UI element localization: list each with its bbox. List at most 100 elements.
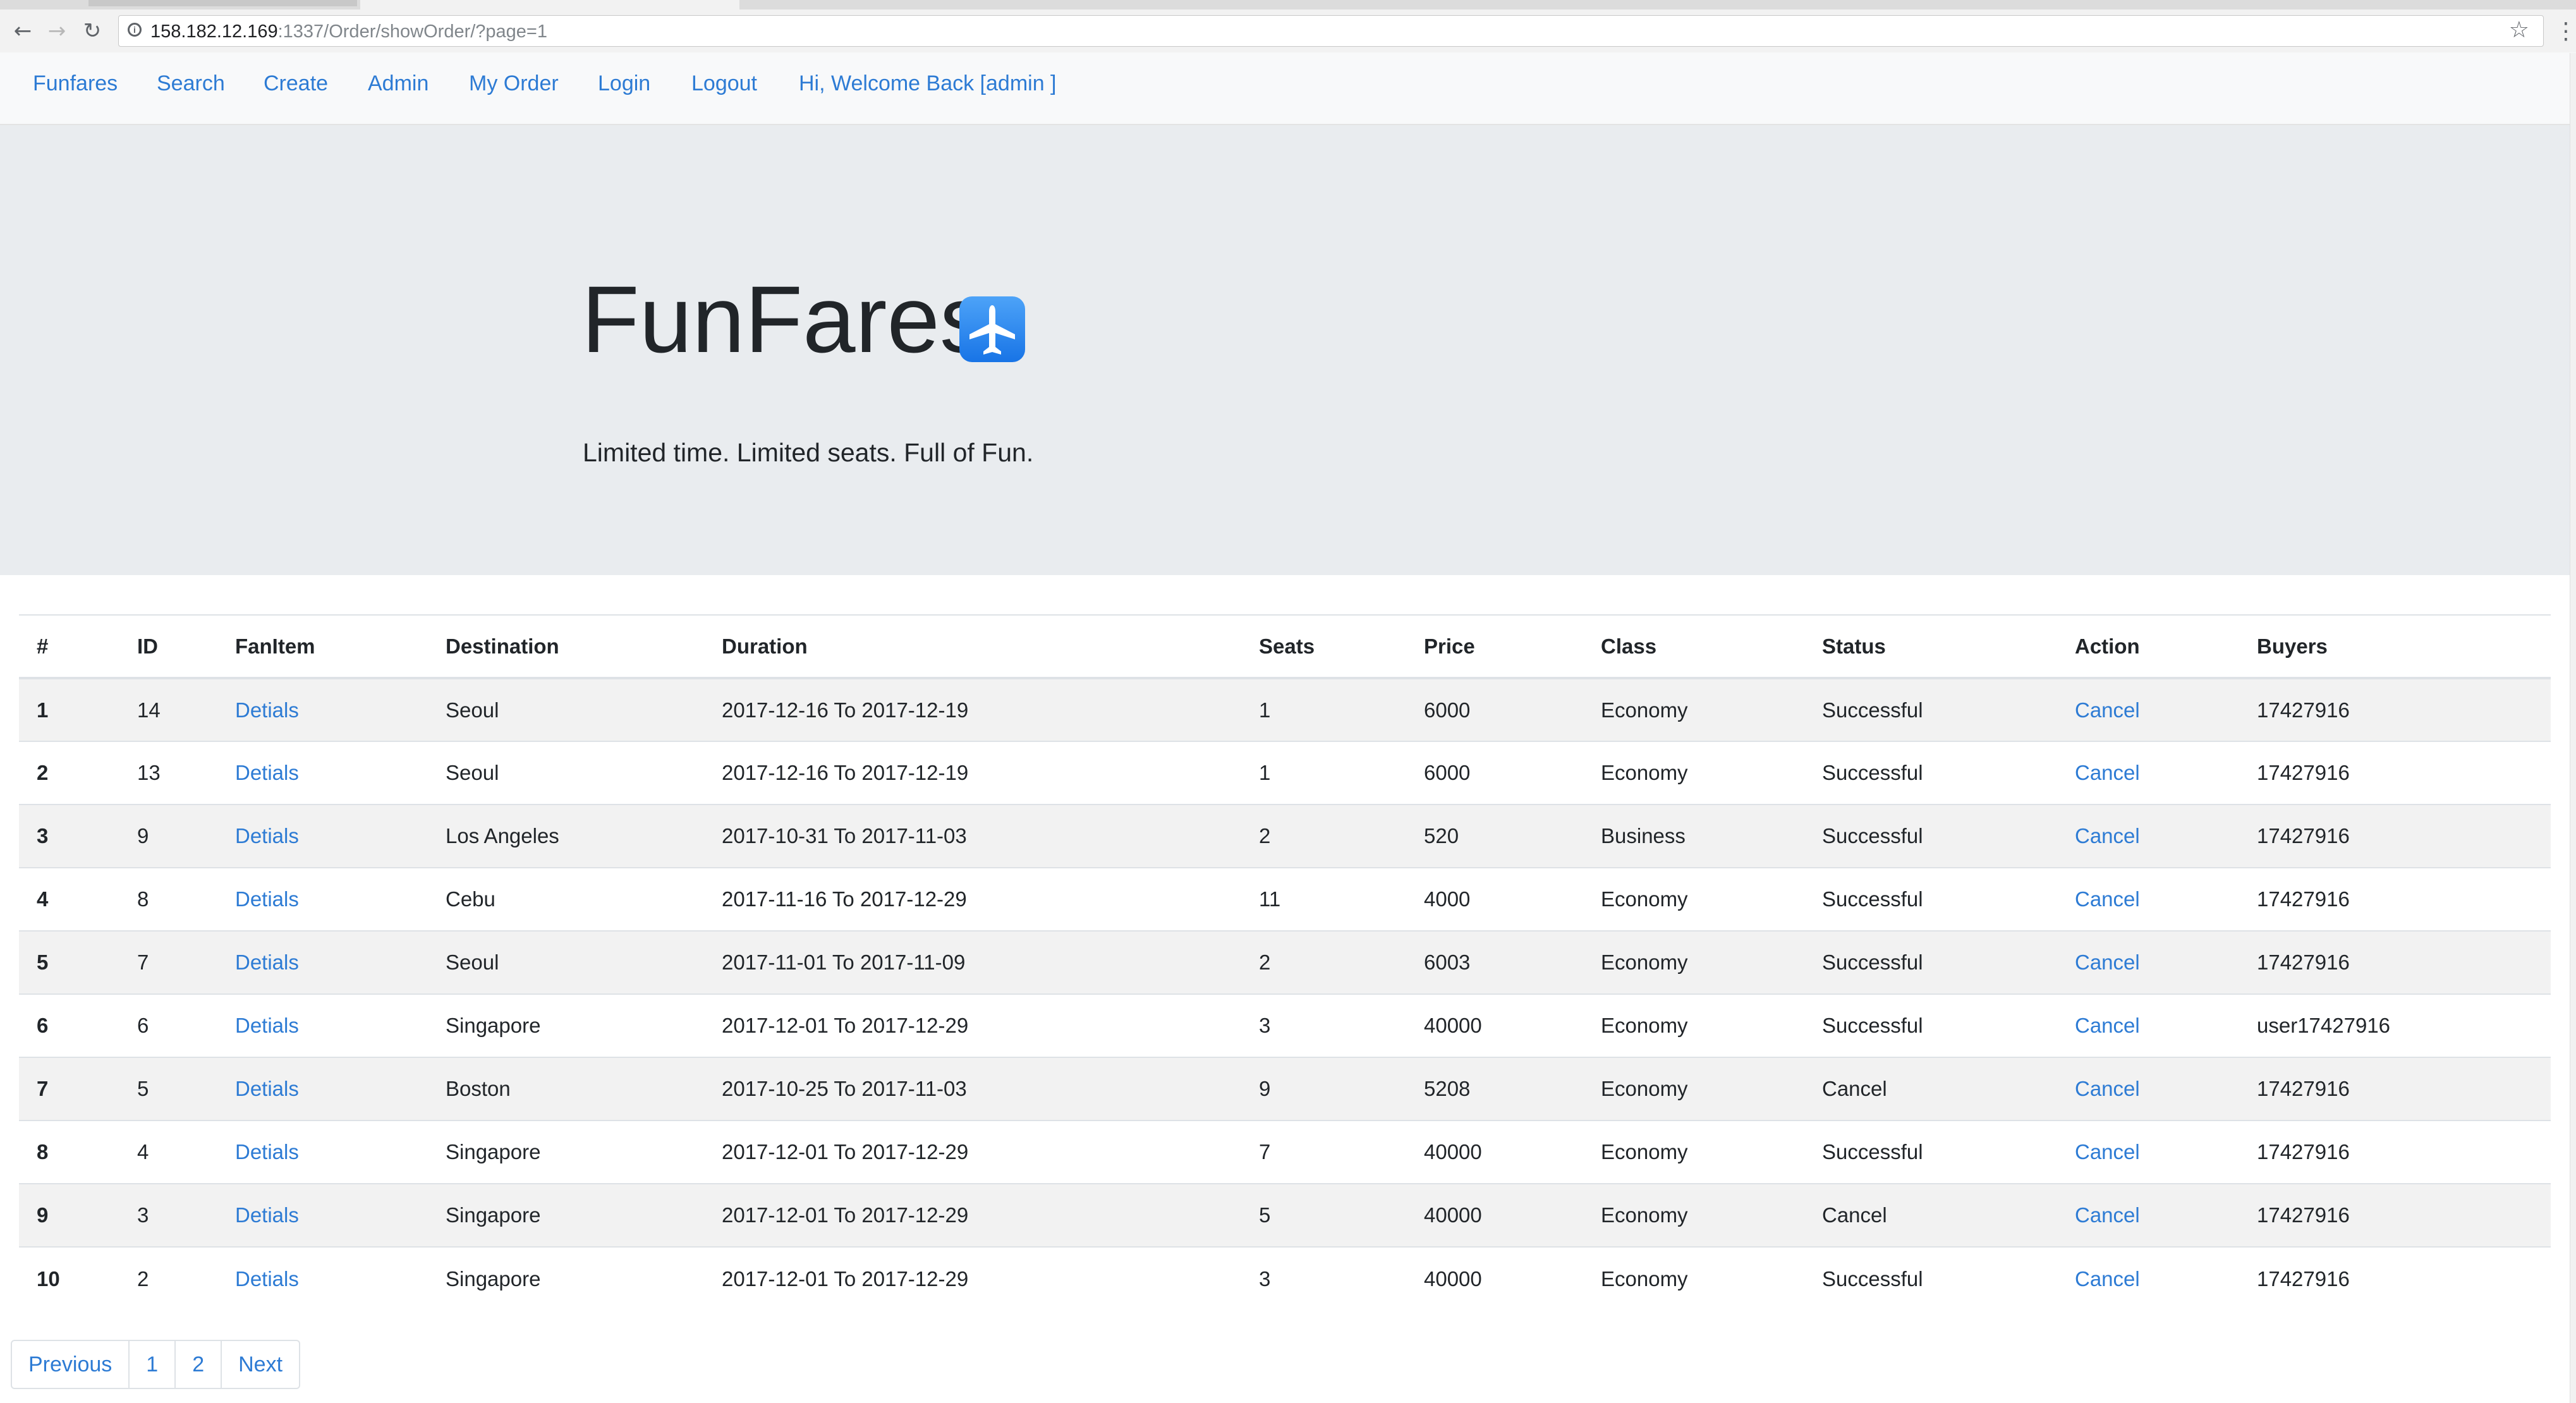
- details-link[interactable]: Detials: [235, 698, 299, 722]
- table-row: 1 14 Detials Seoul 2017-12-16 To 2017-12…: [19, 678, 2551, 741]
- details-link[interactable]: Detials: [235, 1014, 299, 1037]
- nav-login[interactable]: Login: [598, 71, 650, 96]
- cell-number: 6: [37, 1014, 49, 1037]
- cell-seats: 7: [1259, 1140, 1271, 1163]
- cell-class: Economy: [1601, 887, 1688, 911]
- cancel-link[interactable]: Cancel: [2075, 1267, 2140, 1291]
- cell-status: Successful: [1822, 1140, 1923, 1163]
- cell-class: Economy: [1601, 1077, 1688, 1100]
- orders-table: # ID FanItem Destination Duration Seats …: [19, 614, 2551, 1310]
- table-row: 3 9 Detials Los Angeles 2017-10-31 To 20…: [19, 805, 2551, 868]
- cancel-link[interactable]: Cancel: [2075, 1077, 2140, 1100]
- forward-arrow-icon[interactable]: →: [44, 18, 70, 44]
- cancel-link[interactable]: Cancel: [2075, 761, 2140, 784]
- nav-welcome-user[interactable]: Hi, Welcome Back [admin ]: [799, 71, 1057, 96]
- url-host: 158.182.12.169: [150, 21, 278, 42]
- browser-tabstrip: [0, 0, 2576, 9]
- url-text[interactable]: 158.182.12.169:1337/Order/showOrder/?pag…: [150, 21, 547, 42]
- col-header-seats: Seats: [1259, 634, 1315, 658]
- cell-number: 7: [37, 1077, 49, 1100]
- cell-buyer: user17427916: [2257, 1014, 2391, 1037]
- cell-seats: 9: [1259, 1077, 1271, 1100]
- cell-status: Successful: [1822, 887, 1923, 911]
- nav-funfares[interactable]: Funfares: [33, 71, 118, 96]
- col-header-id: ID: [137, 634, 158, 658]
- nav-admin[interactable]: Admin: [368, 71, 428, 96]
- cancel-link[interactable]: Cancel: [2075, 698, 2140, 722]
- col-header-buyers: Buyers: [2257, 634, 2328, 658]
- cell-destination: Singapore: [446, 1203, 541, 1227]
- cell-number: 3: [37, 824, 49, 847]
- cell-id: 3: [137, 1203, 149, 1227]
- cancel-link[interactable]: Cancel: [2075, 887, 2140, 911]
- details-link[interactable]: Detials: [235, 824, 299, 847]
- cell-buyer: 17427916: [2257, 761, 2350, 784]
- cell-destination: Seoul: [446, 761, 499, 784]
- address-bar[interactable]: i 158.182.12.169:1337/Order/showOrder/?p…: [118, 15, 2544, 47]
- back-arrow-icon[interactable]: ←: [10, 18, 35, 44]
- cancel-link[interactable]: Cancel: [2075, 1014, 2140, 1037]
- details-link[interactable]: Detials: [235, 1077, 299, 1100]
- cell-status: Successful: [1822, 824, 1923, 847]
- cell-status: Successful: [1822, 698, 1923, 722]
- info-icon[interactable]: i: [128, 23, 142, 37]
- browser-tab-previous[interactable]: [88, 0, 357, 6]
- pagination-page-1[interactable]: 1: [128, 1341, 174, 1388]
- table-header-row: # ID FanItem Destination Duration Seats …: [19, 615, 2551, 678]
- pagination-previous[interactable]: Previous: [12, 1341, 128, 1388]
- kebab-menu-icon[interactable]: ⋮: [2555, 18, 2576, 44]
- details-link[interactable]: Detials: [235, 1267, 299, 1291]
- details-link[interactable]: Detials: [235, 761, 299, 784]
- col-header-duration: Duration: [722, 634, 808, 658]
- cell-id: 9: [137, 824, 149, 847]
- cell-seats: 1: [1259, 761, 1271, 784]
- cell-destination: Boston: [446, 1077, 511, 1100]
- table-row: 8 4 Detials Singapore 2017-12-01 To 2017…: [19, 1121, 2551, 1184]
- cell-class: Economy: [1601, 698, 1688, 722]
- col-header-class: Class: [1601, 634, 1657, 658]
- cell-duration: 2017-12-01 To 2017-12-29: [722, 1140, 969, 1163]
- details-link[interactable]: Detials: [235, 951, 299, 974]
- cell-duration: 2017-10-31 To 2017-11-03: [722, 824, 967, 847]
- cell-price: 40000: [1424, 1140, 1482, 1163]
- cancel-link[interactable]: Cancel: [2075, 1203, 2140, 1227]
- cell-price: 40000: [1424, 1203, 1482, 1227]
- cell-number: 2: [37, 761, 49, 784]
- cell-status: Cancel: [1822, 1203, 1887, 1227]
- cell-buyer: 17427916: [2257, 1266, 2350, 1291]
- nav-create[interactable]: Create: [264, 71, 328, 96]
- reload-icon[interactable]: ↻: [80, 18, 105, 44]
- cell-seats: 11: [1259, 887, 1281, 911]
- nav-search[interactable]: Search: [157, 71, 225, 96]
- cell-destination: Singapore: [446, 1266, 541, 1291]
- cancel-link[interactable]: Cancel: [2075, 1140, 2140, 1163]
- details-link[interactable]: Detials: [235, 887, 299, 911]
- cell-price: 4000: [1424, 887, 1471, 911]
- cell-status: Successful: [1822, 1014, 1923, 1037]
- cell-duration: 2017-12-01 To 2017-12-29: [722, 1203, 969, 1227]
- cell-buyer: 17427916: [2257, 824, 2350, 847]
- star-icon[interactable]: ☆: [2509, 17, 2529, 43]
- cell-buyer: 17427916: [2257, 951, 2350, 974]
- url-path: :1337/Order/showOrder/?page=1: [277, 21, 547, 42]
- cell-buyer: 17427916: [2257, 1140, 2350, 1163]
- page-tagline: Limited time. Limited seats. Full of Fun…: [583, 438, 1034, 467]
- cancel-link[interactable]: Cancel: [2075, 951, 2140, 974]
- cell-seats: 2: [1259, 824, 1271, 847]
- details-link[interactable]: Detials: [235, 1140, 299, 1163]
- browser-tab-active[interactable]: [360, 0, 739, 9]
- details-link[interactable]: Detials: [235, 1203, 299, 1227]
- cell-seats: 1: [1259, 698, 1271, 722]
- cell-seats: 3: [1259, 1266, 1271, 1291]
- cell-destination: Singapore: [446, 1014, 541, 1037]
- nav-my-order[interactable]: My Order: [469, 71, 559, 96]
- pagination-page-2[interactable]: 2: [174, 1341, 221, 1388]
- cell-number: 5: [37, 951, 49, 974]
- cell-class: Economy: [1601, 1140, 1688, 1163]
- pagination-next[interactable]: Next: [221, 1341, 299, 1388]
- cancel-link[interactable]: Cancel: [2075, 824, 2140, 847]
- cell-duration: 2017-10-25 To 2017-11-03: [722, 1077, 967, 1100]
- col-header-number: #: [37, 634, 49, 658]
- page-scrollbar[interactable]: [2570, 53, 2576, 1403]
- nav-logout[interactable]: Logout: [691, 71, 757, 96]
